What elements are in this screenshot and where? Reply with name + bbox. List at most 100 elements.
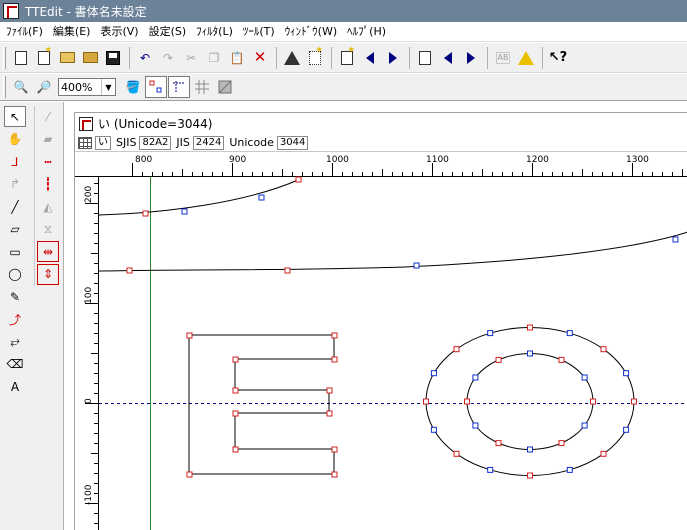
background-image-button[interactable]: [214, 76, 236, 98]
delete-button[interactable]: ✕: [249, 47, 271, 69]
menu-window[interactable]: ｳｨﾝﾄﾞｳ(W): [280, 22, 342, 42]
flip-horizontal-tool[interactable]: ◭: [37, 196, 59, 217]
zoom-select[interactable]: 400% ▼: [58, 78, 116, 96]
new-button[interactable]: [33, 46, 55, 69]
previous-glyph-button[interactable]: [437, 47, 459, 69]
o-on-curve-point[interactable]: [453, 450, 460, 457]
compare-glyph-button[interactable]: AB: [492, 47, 514, 69]
zoom-out-button[interactable]: 🔎: [33, 76, 55, 98]
e-point[interactable]: [232, 446, 239, 453]
next-new-glyph-button[interactable]: [382, 47, 404, 69]
o-off-curve-point[interactable]: [487, 330, 494, 337]
o-on-curve-point[interactable]: [600, 346, 607, 353]
grid-icon[interactable]: [78, 136, 92, 149]
o-on-curve-point[interactable]: [590, 398, 596, 405]
move-point-tool[interactable]: ⤴: [4, 309, 26, 330]
menu-file[interactable]: ﾌｧｲﾙ(F): [0, 22, 48, 42]
menu-view[interactable]: 表示(V): [95, 22, 143, 42]
e-point[interactable]: [232, 387, 239, 394]
copy-button[interactable]: ❐: [203, 47, 225, 69]
o-on-curve-point[interactable]: [495, 356, 502, 363]
warning-button[interactable]: [515, 47, 537, 69]
menu-tools[interactable]: ﾂｰﾙ(T): [238, 22, 280, 42]
off-curve-point[interactable]: [672, 236, 679, 243]
o-on-curve-point[interactable]: [631, 398, 637, 405]
e-point[interactable]: [331, 471, 338, 478]
o-on-curve-point[interactable]: [527, 472, 533, 479]
o-on-curve-point[interactable]: [600, 450, 607, 457]
off-curve-point[interactable]: [181, 208, 188, 215]
undo-button[interactable]: ↶: [134, 47, 156, 69]
skew-tool[interactable]: ▰: [37, 129, 59, 150]
o-on-curve-point[interactable]: [527, 324, 533, 331]
vertical-align-tool[interactable]: ┇: [37, 174, 59, 195]
fill-preview-button[interactable]: 🪣: [122, 76, 144, 98]
text-tool[interactable]: A: [4, 376, 26, 397]
chevron-down-icon[interactable]: ▼: [101, 79, 115, 95]
on-curve-point[interactable]: [126, 267, 133, 274]
select-tool[interactable]: ↖: [4, 106, 26, 127]
o-off-curve-point[interactable]: [430, 370, 437, 377]
on-curve-point[interactable]: [295, 176, 302, 183]
menu-filter[interactable]: ﾌｨﾙﾀ(L): [191, 22, 238, 42]
o-off-curve-point[interactable]: [472, 422, 479, 429]
o-off-curve-point[interactable]: [581, 374, 588, 381]
o-on-curve-point[interactable]: [464, 398, 470, 405]
o-on-curve-point[interactable]: [453, 346, 460, 353]
toolbar-grip[interactable]: [3, 46, 6, 69]
open-button[interactable]: [56, 47, 78, 69]
context-help-button[interactable]: ↖?: [547, 47, 569, 69]
menu-help[interactable]: ﾍﾙﾌﾟ(H): [342, 22, 391, 42]
o-off-curve-point[interactable]: [430, 426, 437, 433]
off-curve-point[interactable]: [413, 262, 420, 269]
e-point[interactable]: [331, 356, 338, 363]
o-off-curve-point[interactable]: [472, 374, 479, 381]
o-off-curve-point[interactable]: [566, 330, 573, 337]
glyph-info-button[interactable]: [414, 47, 436, 69]
e-point[interactable]: [326, 410, 333, 417]
e-point[interactable]: [331, 446, 338, 453]
menu-edit[interactable]: 編集(E): [48, 22, 96, 42]
glyph-properties-button[interactable]: [281, 47, 303, 69]
e-point[interactable]: [331, 332, 338, 339]
paste-button[interactable]: 📋: [226, 47, 248, 69]
o-off-curve-point[interactable]: [487, 466, 494, 473]
eraser-tool[interactable]: ⌫: [4, 354, 26, 375]
font-file-button[interactable]: [10, 47, 32, 69]
o-off-curve-point[interactable]: [581, 422, 588, 429]
connect-tool[interactable]: ⥂: [4, 331, 26, 352]
italic-tool[interactable]: ⁄: [37, 106, 59, 127]
cut-button[interactable]: ✂: [180, 47, 202, 69]
on-curve-point[interactable]: [284, 267, 291, 274]
e-point[interactable]: [232, 356, 239, 363]
redo-button[interactable]: ↷: [157, 47, 179, 69]
o-on-curve-point[interactable]: [495, 440, 502, 447]
show-points-button[interactable]: [145, 76, 167, 98]
pen-tool[interactable]: ✎: [4, 286, 26, 307]
off-curve-point[interactable]: [258, 194, 265, 201]
o-on-curve-point[interactable]: [558, 356, 565, 363]
next-glyph-button[interactable]: [460, 47, 482, 69]
zoom-in-button[interactable]: 🔍: [10, 76, 32, 98]
o-on-curve-point[interactable]: [558, 440, 565, 447]
glyph-canvas[interactable]: 800 900 1000 1100 1200 1300 200 100 0 -1…: [75, 153, 687, 530]
horizontal-align-tool[interactable]: ┅: [37, 151, 59, 172]
center-vertical-tool[interactable]: ⇕: [37, 263, 59, 285]
e-point[interactable]: [326, 387, 333, 394]
o-off-curve-point[interactable]: [527, 350, 533, 357]
ellipse-tool[interactable]: ◯: [4, 264, 26, 285]
show-guides-button[interactable]: [168, 76, 190, 98]
o-on-curve-point[interactable]: [423, 398, 429, 405]
o-off-curve-point[interactable]: [623, 370, 630, 377]
o-off-curve-point[interactable]: [623, 426, 630, 433]
on-curve-point[interactable]: [142, 210, 149, 217]
add-point-tool[interactable]: ⅃: [4, 151, 26, 172]
show-grid-button[interactable]: [191, 76, 213, 98]
edit-font-button[interactable]: [79, 47, 101, 69]
save-button[interactable]: [102, 47, 124, 69]
toolbar-grip[interactable]: [3, 76, 6, 98]
o-off-curve-point[interactable]: [527, 446, 533, 453]
e-point[interactable]: [232, 410, 239, 417]
o-off-curve-point[interactable]: [566, 466, 573, 473]
hand-tool[interactable]: ✋: [4, 129, 26, 150]
